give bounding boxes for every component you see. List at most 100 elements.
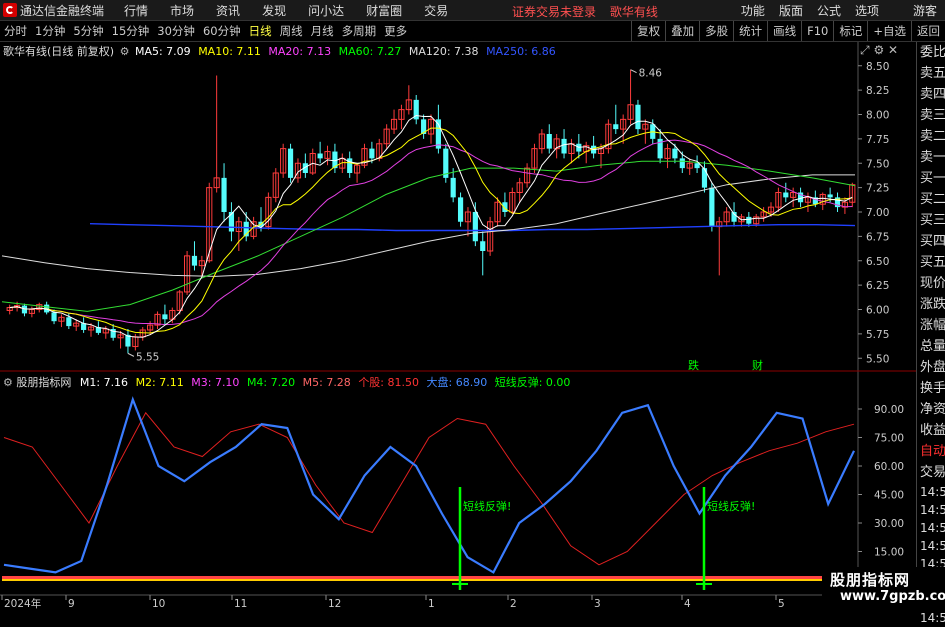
price-tick-label: 8.00 — [866, 110, 889, 122]
menu-gongneng[interactable]: 功能 — [741, 2, 765, 19]
side-label[interactable]: 换手 — [917, 378, 945, 399]
candle-body — [339, 157, 346, 169]
date-tick-label: 2024年 — [4, 597, 41, 609]
period-multi[interactable]: 多周期 — [338, 21, 381, 41]
period-1min[interactable]: 1分钟 — [31, 21, 69, 41]
panel-expand-icon[interactable]: ⤢ — [860, 43, 870, 57]
period-fenshi[interactable]: 分时 — [0, 21, 31, 41]
candle-body — [767, 206, 775, 213]
ma60-value: MA60: 7.27 — [338, 45, 402, 58]
menu-xuanxiang[interactable]: 选项 — [855, 2, 879, 19]
price-tick-label: 7.50 — [866, 158, 889, 170]
side-label[interactable]: 买四 — [917, 231, 945, 252]
candle-body — [635, 104, 641, 130]
side-label[interactable]: 净资 — [917, 399, 945, 420]
panel-gear-icon[interactable]: ⚙ — [873, 43, 884, 57]
side-label[interactable]: 涨跌 — [917, 294, 945, 315]
tool-fanhui[interactable]: 返回 — [911, 21, 945, 41]
candle-body — [110, 329, 116, 338]
menu-hangqing[interactable]: 行情 — [124, 2, 148, 19]
settings-gear-icon[interactable]: ⚙ — [120, 45, 130, 58]
side-label[interactable]: 14:56 — [917, 483, 945, 501]
period-monthly[interactable]: 月线 — [307, 21, 338, 41]
side-label[interactable]: 买三 — [917, 210, 945, 231]
candle-body — [81, 323, 87, 330]
price-tick-label: 7.00 — [866, 207, 889, 219]
candle-body — [369, 148, 375, 159]
side-label[interactable]: 14:56 — [917, 519, 945, 537]
menu-faxian[interactable]: 发现 — [262, 2, 286, 19]
candle-body — [117, 334, 124, 339]
ind-tick-label: 45.00 — [874, 490, 904, 502]
ind-tick-label: 90.00 — [874, 404, 904, 416]
tool-duogu[interactable]: 多股 — [699, 21, 733, 41]
side-label[interactable]: 卖一 — [917, 147, 945, 168]
tool-huaxian[interactable]: 画线 — [767, 21, 801, 41]
side-label[interactable]: 14:56 — [917, 501, 945, 519]
ind-stock-line — [3, 411, 855, 566]
tool-biaoji[interactable]: 标记 — [833, 21, 867, 41]
candle-body — [302, 163, 308, 173]
candle-body — [760, 211, 767, 218]
menu-jiaoyi[interactable]: 交易 — [424, 2, 448, 19]
period-5min[interactable]: 5分钟 — [69, 21, 107, 41]
menu-zixun[interactable]: 资讯 — [216, 2, 240, 19]
tool-f10[interactable]: F10 — [801, 21, 833, 41]
login-warning[interactable]: 证券交易未登录 — [512, 5, 596, 19]
period-daily[interactable]: 日线 — [245, 21, 276, 41]
candle-body — [162, 314, 168, 320]
side-label[interactable]: 委比 — [917, 42, 945, 63]
candle-body — [6, 307, 13, 311]
menu-wenxiaoda[interactable]: 问小达 — [308, 2, 344, 19]
panel-close-icon[interactable]: ✕ — [888, 43, 898, 57]
menu-banmian[interactable]: 版面 — [779, 2, 803, 19]
side-label[interactable]: 卖二 — [917, 126, 945, 147]
candle-body — [686, 162, 693, 169]
side-label[interactable]: 收益 — [917, 420, 945, 441]
side-label[interactable]: 买一 — [917, 168, 945, 189]
candle-body — [524, 167, 531, 184]
side-label[interactable]: 涨幅 — [917, 315, 945, 336]
candle-body — [58, 316, 65, 322]
menu-shichang[interactable]: 市场 — [170, 2, 194, 19]
side-label[interactable]: 卖三 — [917, 105, 945, 126]
kline-chart[interactable]: 8.50 8.25 8.00 7.75 7.50 7.25 7.00 6.75 6.50 6.25… — [0, 0, 945, 609]
period-60min[interactable]: 60分钟 — [199, 21, 245, 41]
side-label[interactable]: 14:56 — [917, 609, 945, 627]
candle-body — [405, 99, 412, 111]
user-guest[interactable]: 游客 — [913, 2, 937, 19]
candle-body — [191, 255, 198, 266]
candle-body — [132, 336, 139, 348]
candle-body — [287, 148, 294, 178]
candle-body — [294, 162, 302, 179]
side-label[interactable]: 总量 — [917, 336, 945, 357]
side-label[interactable]: 卖五 — [917, 63, 945, 84]
period-15min[interactable]: 15分钟 — [108, 21, 154, 41]
menu-gongshi[interactable]: 公式 — [817, 2, 841, 19]
candle-body — [746, 216, 752, 224]
side-label[interactable]: 买二 — [917, 189, 945, 210]
menu-caifuquan[interactable]: 财富圈 — [366, 2, 402, 19]
period-more[interactable]: 更多 — [380, 21, 411, 41]
period-30min[interactable]: 30分钟 — [153, 21, 199, 41]
candle-body — [627, 104, 634, 120]
tool-tongji[interactable]: 统计 — [733, 21, 767, 41]
side-label[interactable]: 卖四 — [917, 84, 945, 105]
side-label[interactable]: 外盘 — [917, 357, 945, 378]
period-weekly[interactable]: 周线 — [276, 21, 307, 41]
tool-zixuan[interactable]: +自选 — [867, 21, 911, 41]
ind-gear-icon[interactable]: ⚙ — [3, 376, 13, 389]
tool-diejia[interactable]: 叠加 — [665, 21, 699, 41]
price-tick-label: 6.75 — [866, 231, 889, 243]
side-label[interactable]: 买五 — [917, 252, 945, 273]
ma-legend: 歌华有线(日线 前复权) ⚙ MA5: 7.09 MA10: 7.11 MA20… — [3, 43, 556, 59]
tool-fuquan[interactable]: 复权 — [631, 21, 665, 41]
side-label[interactable]: 自动 — [917, 441, 945, 462]
side-label[interactable]: 现价 — [917, 273, 945, 294]
candle-body — [679, 158, 685, 169]
ma5-value: MA5: 7.09 — [134, 45, 191, 58]
ind-duanxian: 短线反弹: 0.00 — [494, 376, 571, 389]
side-label[interactable]: 交易 — [917, 462, 945, 483]
side-label[interactable]: 14:56 — [917, 537, 945, 555]
candle-body — [620, 118, 627, 130]
